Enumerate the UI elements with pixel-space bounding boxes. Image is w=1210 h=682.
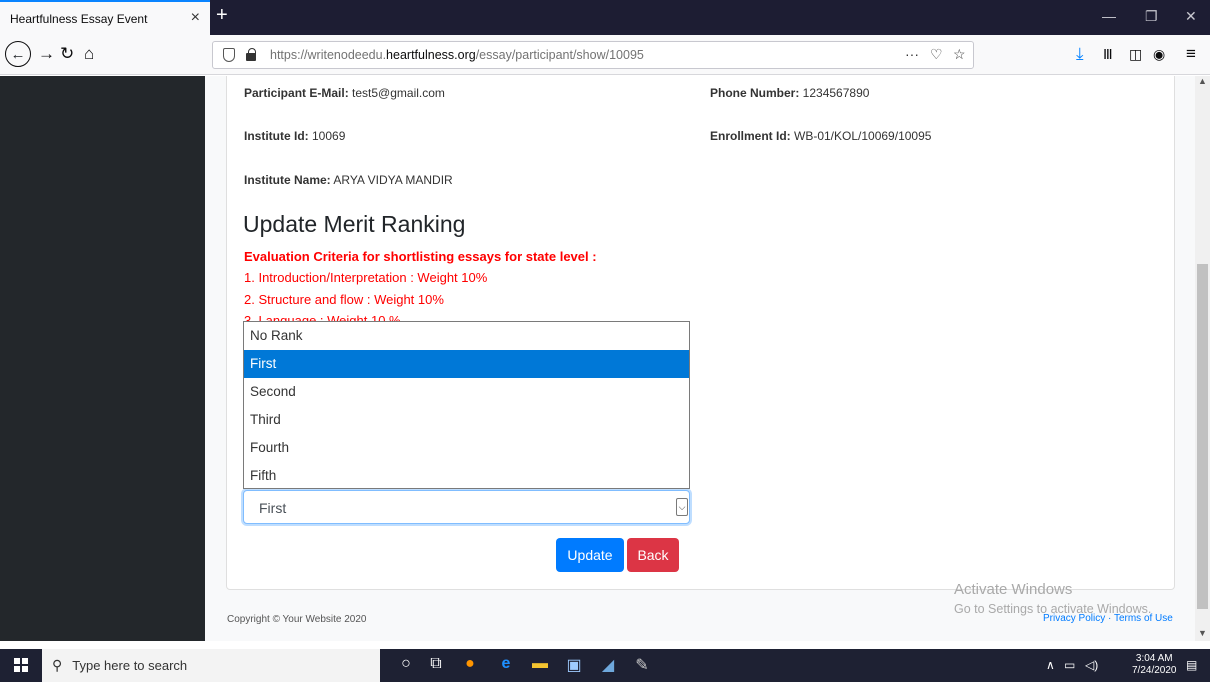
activate-windows-title: Activate Windows — [954, 581, 1073, 598]
clock-time: 3:04 AM — [1135, 653, 1173, 664]
institute-name: Institute Name: ARYA VIDYA MANDIR — [244, 173, 453, 187]
minimize-icon[interactable]: — — [1102, 8, 1116, 24]
home-icon[interactable]: ⌂ — [84, 44, 94, 64]
reload-icon[interactable]: ↻ — [60, 44, 74, 64]
cortana-icon[interactable]: ○ — [396, 655, 416, 675]
nav-bar: ← → ↻ ⌂ https://writenodeedu.heartfulnes… — [0, 35, 1210, 75]
tab-close-icon[interactable]: × — [191, 9, 200, 27]
url-text: https://writenodeedu.heartfulness.org/es… — [270, 48, 644, 62]
pocket-icon[interactable]: ♡ — [930, 46, 943, 63]
scroll-thumb[interactable] — [1197, 264, 1208, 609]
notification-icon[interactable]: ▤ — [1186, 658, 1197, 672]
forward-icon[interactable]: → — [38, 44, 55, 64]
browser-tab[interactable]: Heartfulness Essay Event × — [0, 0, 210, 35]
page-actions-icon[interactable]: ··· — [905, 46, 919, 62]
rank-option[interactable]: No Rank — [244, 322, 689, 350]
lock-icon[interactable] — [246, 48, 256, 61]
rank-option[interactable]: Fourth — [244, 434, 689, 462]
update-button[interactable]: Update — [556, 538, 624, 572]
taskbar-clock[interactable]: 3:04 AM 7/24/2020 — [1132, 653, 1177, 677]
shield-icon[interactable] — [223, 48, 235, 62]
rank-option[interactable]: Second — [244, 378, 689, 406]
page-scrollbar[interactable]: ▲ ▼ — [1195, 76, 1210, 641]
paint-icon[interactable]: ✎ — [632, 655, 652, 675]
account-icon[interactable]: ◉ — [1153, 46, 1165, 63]
rank-dropdown-list: No Rank First Second Third Fourth Fifth — [243, 321, 690, 489]
restore-icon[interactable]: ❐ — [1145, 8, 1158, 25]
back-button[interactable]: Back — [627, 538, 679, 572]
tab-title: Heartfulness Essay Event — [10, 11, 148, 26]
file-explorer-icon[interactable]: ▬ — [530, 655, 550, 675]
divider — [0, 641, 1210, 649]
rank-option[interactable]: Fifth — [244, 462, 689, 490]
page-title: Update Merit Ranking — [243, 211, 466, 237]
tab-bar: Heartfulness Essay Event × + — ❐ ✕ — [0, 0, 1210, 35]
bookmark-star-icon[interactable]: ☆ — [953, 46, 966, 63]
phone-number: Phone Number: 1234567890 — [710, 86, 870, 100]
firefox-icon[interactable]: ● — [460, 655, 480, 675]
edge-icon[interactable]: e — [496, 655, 516, 675]
criteria-title: Evaluation Criteria for shortlisting ess… — [244, 249, 597, 264]
network-icon[interactable]: ▭ — [1064, 658, 1075, 672]
footer-copyright: Copyright © Your Website 2020 — [227, 614, 367, 625]
clock-date: 7/24/2020 — [1132, 665, 1177, 676]
new-tab-icon[interactable]: + — [216, 4, 228, 27]
word-icon[interactable]: ▣ — [564, 655, 584, 675]
chevron-down-icon[interactable]: ⌵ — [676, 498, 688, 516]
rank-option[interactable]: Third — [244, 406, 689, 434]
rank-select-value: First — [259, 500, 287, 516]
search-icon: ⚲ — [52, 657, 63, 673]
app-icon[interactable]: ◢ — [598, 655, 618, 675]
participant-email: Participant E-Mail: test5@gmail.com — [244, 86, 445, 100]
windows-start-icon[interactable] — [14, 658, 28, 672]
task-view-icon[interactable]: ⧉ — [426, 655, 446, 675]
rank-select[interactable]: First ⌵ — [243, 490, 690, 524]
download-icon[interactable]: ⤓ — [1076, 44, 1084, 64]
taskbar: ⚲ Type here to search ○ ⧉ ● e ▬ ▣ ◢ ✎ ∧ … — [0, 649, 1210, 682]
footer-links[interactable]: Privacy Policy · Terms of Use — [1043, 613, 1173, 624]
library-icon[interactable]: Ⅲ — [1103, 46, 1113, 63]
url-bar[interactable]: https://writenodeedu.heartfulness.org/es… — [212, 41, 974, 69]
taskbar-search[interactable]: ⚲ Type here to search — [42, 649, 380, 682]
menu-icon[interactable]: ≡ — [1186, 44, 1196, 64]
criteria-item: 1. Introduction/Interpretation : Weight … — [244, 270, 488, 285]
window-close-icon[interactable]: ✕ — [1185, 8, 1197, 25]
scroll-up-icon[interactable]: ▲ — [1198, 76, 1207, 86]
back-icon[interactable]: ← — [5, 41, 31, 67]
institute-id: Institute Id: 10069 — [244, 129, 346, 143]
sidebar — [0, 76, 205, 641]
criteria-item: 2. Structure and flow : Weight 10% — [244, 292, 444, 307]
tray-chevron-icon[interactable]: ∧ — [1046, 658, 1055, 672]
enrollment-id: Enrollment Id: WB-01/KOL/10069/10095 — [710, 129, 932, 143]
scroll-down-icon[interactable]: ▼ — [1198, 628, 1207, 638]
search-placeholder: Type here to search — [72, 658, 188, 673]
rank-option-selected[interactable]: First — [244, 350, 689, 378]
sidebar-toggle-icon[interactable]: ◫ — [1129, 46, 1142, 63]
volume-icon[interactable]: ◁) — [1085, 658, 1098, 672]
